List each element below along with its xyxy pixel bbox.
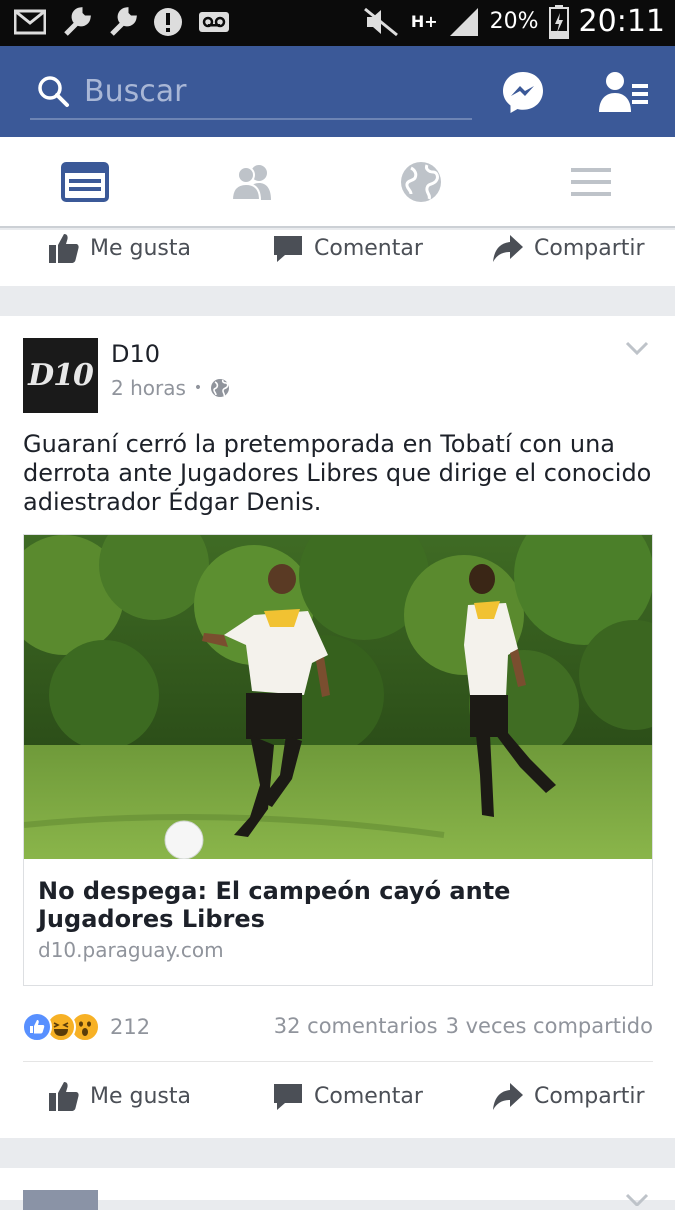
post-options-chevron-icon[interactable] — [625, 1192, 649, 1206]
search-placeholder: Buscar — [84, 73, 187, 109]
wrench-icon — [64, 7, 91, 36]
tab-friends[interactable] — [228, 159, 278, 205]
wrench-icon — [110, 7, 137, 36]
page-name[interactable]: D10 — [111, 340, 160, 368]
tab-bar — [0, 137, 675, 228]
like-reaction-icon — [22, 1012, 52, 1042]
football-players-photo — [24, 535, 652, 859]
next-post-avatar[interactable] — [23, 1190, 98, 1210]
comment-icon — [274, 1084, 302, 1110]
link-title: No despega: El campeón cayó ante Jugador… — [38, 877, 511, 933]
comment-button[interactable]: Comentar — [272, 232, 423, 264]
comment-icon — [274, 236, 302, 262]
search-icon — [38, 76, 69, 107]
engagement-stats: 32 comentarios 3 veces compartido — [274, 1014, 653, 1038]
news-feed-icon — [61, 162, 109, 202]
notification-icons — [14, 6, 230, 38]
alert-icon — [154, 8, 182, 36]
share-label: Compartir — [534, 1083, 645, 1109]
like-button[interactable]: Me gusta — [48, 232, 191, 264]
thumbs-up-icon — [49, 1082, 79, 1111]
reactions-summary[interactable]: 212 — [22, 1012, 150, 1042]
notifications-globe-icon — [401, 162, 441, 202]
avatar-logo-text: D10 — [28, 358, 94, 393]
page-avatar[interactable]: D10 — [23, 338, 98, 413]
tab-notifications[interactable] — [396, 159, 446, 205]
tab-menu[interactable] — [566, 159, 616, 205]
thumbs-up-icon — [49, 234, 79, 263]
menu-icon — [571, 168, 611, 196]
mail-icon — [14, 9, 46, 35]
post-meta: 2 horas • — [111, 376, 230, 400]
next-post-card — [0, 1168, 675, 1210]
post-text: Guaraní cerró la pretemporada en Tobatí … — [23, 430, 652, 516]
friends-icon — [230, 165, 271, 200]
like-label: Me gusta — [90, 235, 191, 261]
comment-button[interactable]: Comentar — [272, 1080, 423, 1112]
post-options-chevron-icon[interactable] — [625, 340, 649, 356]
share-label: Compartir — [534, 235, 645, 261]
friend-requests-icon[interactable] — [598, 70, 650, 114]
link-domain: d10.paraguay.com — [38, 938, 224, 962]
post-time[interactable]: 2 horas — [111, 376, 186, 400]
battery-percent: 20% — [489, 9, 539, 34]
comment-label: Comentar — [314, 235, 423, 261]
share-icon — [493, 235, 523, 262]
status-bar: H+ 20% 20:11 — [0, 0, 675, 46]
shares-count[interactable]: 3 veces compartido — [446, 1014, 653, 1038]
battery-charging-icon — [548, 4, 569, 39]
share-button[interactable]: Compartir — [492, 232, 645, 264]
actions-divider — [23, 1061, 653, 1062]
link-preview[interactable]: No despega: El campeón cayó ante Jugador… — [23, 534, 653, 986]
mute-icon — [363, 7, 398, 36]
share-icon — [493, 1083, 523, 1110]
comment-label: Comentar — [314, 1083, 423, 1109]
clock: 20:11 — [578, 4, 665, 39]
system-icons: H+ 20% 20:11 — [361, 4, 665, 39]
network-type: H+ — [410, 12, 438, 31]
meta-separator: • — [193, 380, 203, 396]
public-globe-icon — [211, 379, 230, 397]
previous-post-actions: Me gusta Comentar Compartir — [0, 230, 675, 286]
like-button[interactable]: Me gusta — [48, 1080, 191, 1112]
like-label: Me gusta — [90, 1083, 191, 1109]
reactions-count: 212 — [110, 1015, 151, 1039]
link-image — [24, 535, 652, 859]
top-bar: Buscar — [0, 46, 675, 137]
tab-news-feed[interactable] — [60, 159, 110, 205]
voicemail-icon — [199, 12, 229, 32]
messenger-icon[interactable] — [501, 70, 545, 114]
share-button[interactable]: Compartir — [492, 1080, 645, 1112]
comments-count[interactable]: 32 comentarios — [274, 1014, 438, 1038]
signal-icon — [449, 7, 478, 36]
post-card: D10 D10 2 horas • Guaraní cerró la prete… — [0, 316, 675, 1138]
search-input[interactable]: Buscar — [30, 64, 472, 120]
